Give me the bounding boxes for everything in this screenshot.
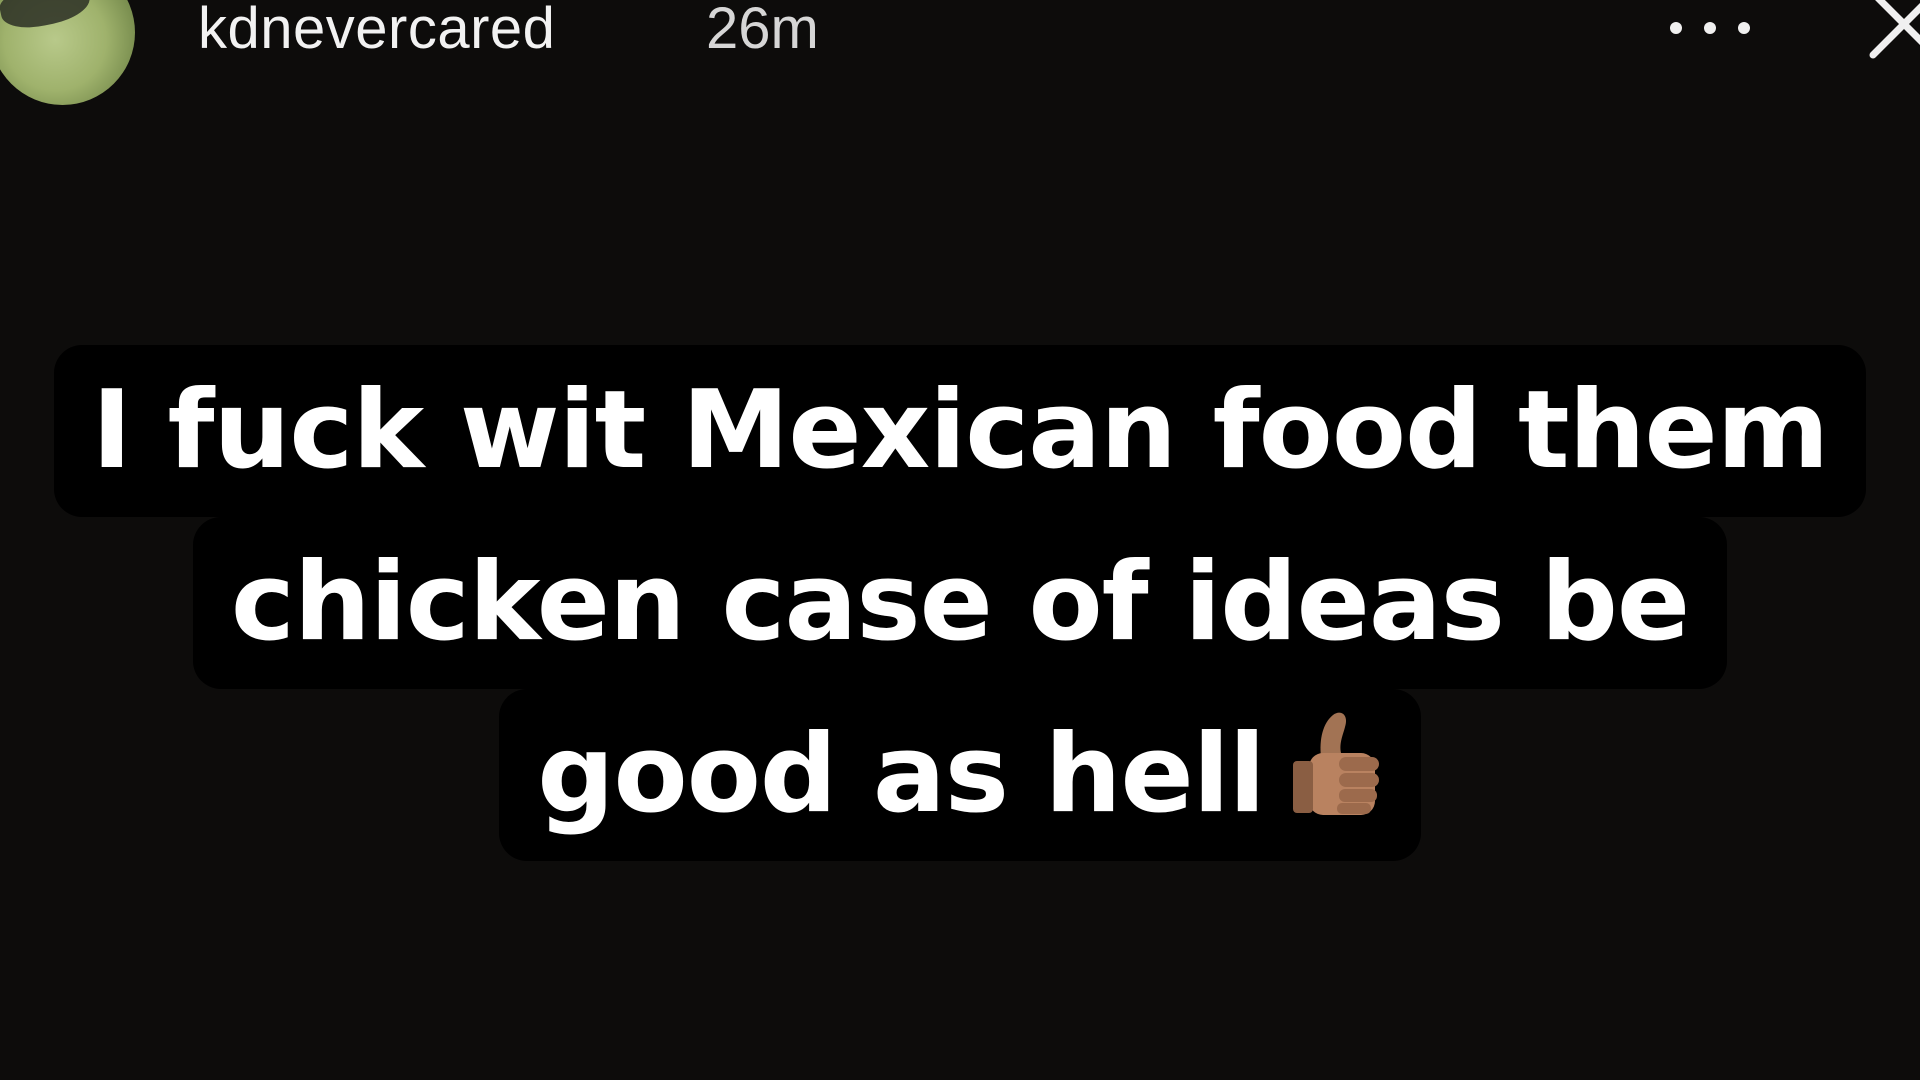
user-avatar[interactable] [0, 0, 135, 105]
caption-line-3-text: good as hell [537, 712, 1266, 837]
caption-line-1: I fuck wit Mexican food them [53, 345, 1867, 517]
more-options-button[interactable] [1670, 8, 1750, 48]
caption-line-3: good as hell [499, 689, 1421, 861]
caption-line-1-text: I fuck wit Mexican food them [91, 368, 1829, 493]
story-timestamp: 26m [706, 0, 819, 61]
ellipsis-icon-dot [1738, 22, 1750, 34]
ellipsis-icon-dot [1704, 22, 1716, 34]
thumbs-up-icon [1292, 712, 1379, 815]
caption-line-2: chicken case of ideas be [192, 517, 1728, 689]
avatar-image-detail [0, 0, 94, 34]
ellipsis-icon [1670, 22, 1682, 34]
story-username[interactable]: kdnevercared [198, 0, 555, 58]
story-viewer: kdnevercared 26m I fuck wit Mexican food… [0, 0, 1920, 1080]
close-button[interactable] [1855, 0, 1920, 75]
story-caption: I fuck wit Mexican food them chicken cas… [0, 345, 1920, 861]
caption-line-2-text: chicken case of ideas be [230, 540, 1690, 665]
close-icon [1869, 0, 1920, 59]
